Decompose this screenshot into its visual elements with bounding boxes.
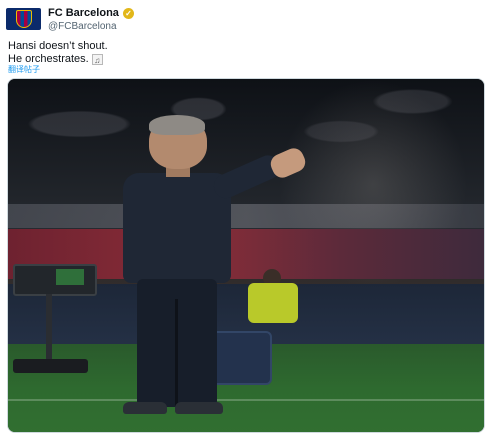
coach-figure (123, 115, 313, 417)
coach-trousers (137, 279, 217, 407)
tweet-text: Hansi doesn’t shout. He orchestrates. ♫ (8, 40, 108, 66)
author-display-name[interactable]: FC Barcelona (48, 7, 119, 19)
club-crest-icon (15, 10, 32, 28)
tweet-text-line-1: Hansi doesn’t shout. (8, 40, 108, 52)
coach-right-shoe (175, 402, 223, 414)
camera-base (13, 359, 88, 373)
tweet-media-photo[interactable] (7, 78, 485, 433)
camera-monitor (56, 269, 84, 285)
musical-score-icon: ♫ (91, 54, 103, 65)
camera-pole (46, 294, 52, 364)
author-name-row: FC Barcelona ✓ (48, 7, 134, 19)
author-handle[interactable]: @FCBarcelona (48, 21, 117, 32)
tweet-header: FC Barcelona ✓ @FCBarcelona (6, 7, 486, 37)
author-avatar[interactable] (6, 8, 41, 30)
camera-head (13, 264, 97, 296)
translate-post-link[interactable]: 翻译帖子 (8, 64, 40, 75)
verified-badge-icon: ✓ (122, 7, 134, 19)
coach-hair (149, 115, 205, 135)
coach-left-shoe (123, 402, 167, 414)
tv-camera (8, 264, 100, 384)
